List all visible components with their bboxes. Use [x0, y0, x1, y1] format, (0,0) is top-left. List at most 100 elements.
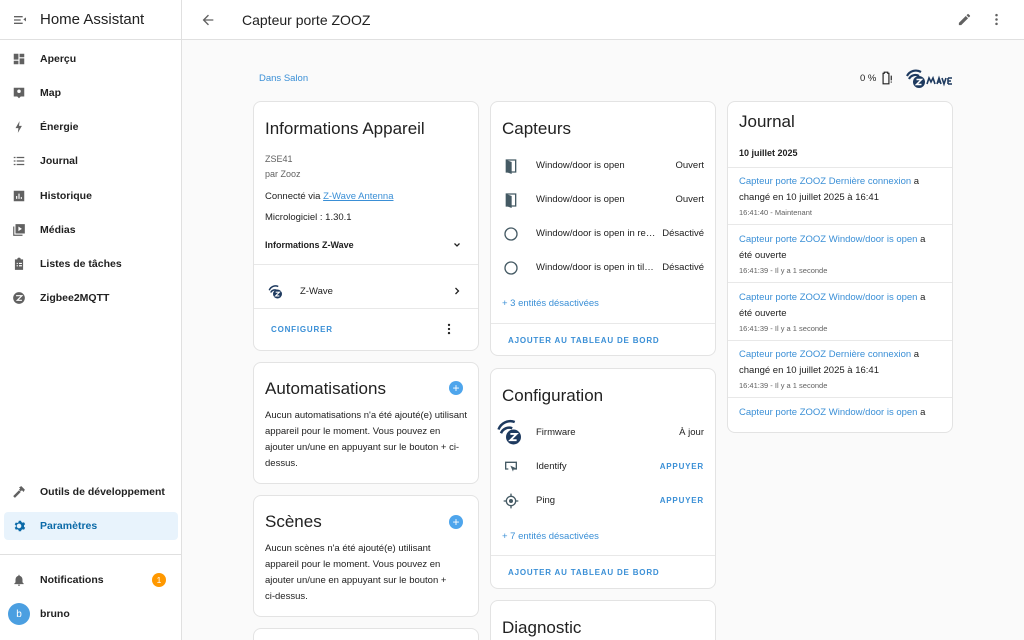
logbook-entry: Capteur porte ZOOZ Dernière connexion a c…	[728, 167, 952, 224]
logbook-date: 10 juillet 2025	[739, 148, 798, 158]
add-scene-button[interactable]: +	[449, 515, 463, 529]
chevron-down-icon[interactable]	[451, 239, 463, 251]
clipboard-icon	[14, 257, 24, 270]
divider	[254, 264, 478, 265]
logbook-entry: Capteur porte ZOOZ Dernière connexion a c…	[728, 340, 952, 397]
battery-alert-icon	[882, 71, 893, 85]
entity-link[interactable]: Capteur porte ZOOZ Window/door is open	[739, 407, 917, 418]
hammer-icon	[13, 486, 25, 498]
divider	[491, 323, 715, 324]
card-title: Diagnostic	[502, 618, 582, 637]
configuration-card: Configuration Firmware À jour Identify A…	[490, 368, 716, 589]
map-icon	[13, 87, 25, 99]
divider	[254, 308, 478, 309]
press-button[interactable]: APPUYER	[660, 496, 704, 505]
sidebar-item-energie[interactable]: Énergie	[4, 113, 178, 141]
sidebar-item-label: Map	[40, 87, 61, 99]
zwave-firmware-icon	[497, 419, 521, 445]
entity-name: Window/door is open in tilt mode	[536, 262, 656, 273]
zwave-info-toggle-label[interactable]: Informations Z-Wave	[265, 240, 354, 250]
entity-row[interactable]: Window/door is open in tilt mode Désacti…	[491, 250, 715, 284]
sidebar-item-label: Journal	[40, 155, 78, 167]
message-text: changé en 10 juillet 2025 à 16:41	[739, 191, 879, 203]
device-model: ZSE41	[265, 154, 293, 164]
entity-link[interactable]: Capteur porte ZOOZ Dernière connexion	[739, 176, 911, 187]
connected-via: Connecté via Z-Wave Antenna	[265, 191, 394, 202]
entity-link[interactable]: Capteur porte ZOOZ Window/door is open	[739, 292, 917, 303]
back-arrow-icon[interactable]	[200, 12, 216, 28]
logbook-message: Capteur porte ZOOZ Dernière connexion a c…	[739, 174, 943, 205]
card-title: Automatisations	[265, 379, 386, 398]
device-manufacturer: par Zooz	[265, 169, 301, 179]
message-text: été ouverte	[739, 249, 787, 261]
gear-icon	[14, 520, 26, 532]
sidebar-item-zigbee2mqtt[interactable]: Zigbee2MQTT	[4, 284, 178, 312]
entity-row[interactable]: Window/door is open in regular mode Désa…	[491, 216, 715, 250]
sidebar-item-journal[interactable]: Journal	[4, 147, 178, 175]
menu-open-icon[interactable]	[12, 12, 28, 28]
more-vert-icon[interactable]	[442, 321, 456, 337]
device-info-card: Informations Appareil ZSE41 par Zooz Con…	[253, 101, 479, 351]
entity-state: Désactivé	[662, 228, 704, 239]
circle-outline-icon	[504, 261, 518, 275]
zwave-icon	[268, 285, 282, 299]
entity-row[interactable]: Window/door is open Ouvert	[491, 148, 715, 182]
avatar: b	[8, 603, 30, 625]
diagnostic-card: Diagnostic	[490, 600, 716, 640]
entity-name: Window/door is open	[536, 160, 625, 171]
integration-label: Z-Wave	[300, 286, 333, 297]
add-to-dashboard-button[interactable]: AJOUTER AU TABLEAU DE BORD	[508, 568, 659, 577]
sidebar-item-label: Notifications	[40, 574, 104, 586]
sidebar-item-label: Historique	[40, 190, 92, 202]
more-vert-icon[interactable]	[989, 12, 1004, 27]
scenes-card: Scènes + Aucun scènes n'a été ajouté(e) …	[253, 495, 479, 617]
entity-row[interactable]: Window/door is open Ouvert	[491, 182, 715, 216]
sidebar-item-map[interactable]: Map	[4, 79, 178, 107]
zwave-logo-icon	[906, 69, 952, 88]
logbook-time: 16:41:40 - Maintenant	[739, 208, 812, 217]
configure-button[interactable]: CONFIGURER	[271, 325, 333, 334]
disabled-entities-link[interactable]: + 7 entités désactivées	[502, 531, 599, 542]
firmware-version: Micrologiciel : 1.30.1	[265, 212, 352, 223]
zigbee-icon	[13, 292, 25, 304]
sidebar-divider	[0, 554, 181, 555]
logbook-time: 16:41:39 - Il y a 1 seconde	[739, 381, 828, 390]
sidebar-item-notifications[interactable]: Notifications 1	[4, 566, 178, 594]
entity-link[interactable]: Capteur porte ZOOZ Window/door is open	[739, 234, 917, 245]
sidebar-item-label: Outils de développement	[40, 486, 165, 498]
chevron-right-icon	[455, 287, 460, 295]
zwave-integration-row[interactable]: Z-Wave	[254, 277, 478, 307]
sidebar-item-dev-tools[interactable]: Outils de développement	[4, 478, 178, 506]
sidebar-item-historique[interactable]: Historique	[4, 182, 178, 210]
sidebar-item-medias[interactable]: Médias	[4, 216, 178, 244]
zwave-antenna-link[interactable]: Z-Wave Antenna	[323, 191, 393, 202]
sidebar-item-label: Aperçu	[40, 53, 77, 65]
logbook-card: Journal 10 juillet 2025 Capteur porte ZO…	[727, 101, 953, 433]
pencil-icon[interactable]	[957, 12, 972, 27]
add-automation-button[interactable]: +	[449, 381, 463, 395]
battery-level: 0 %	[860, 72, 877, 84]
logbook-message: Capteur porte ZOOZ Window/door is open a…	[739, 290, 943, 321]
disabled-entities-link[interactable]: + 3 entités désactivées	[502, 298, 599, 309]
message-text: a	[917, 292, 926, 303]
entity-row[interactable]: Firmware À jour	[491, 415, 715, 449]
sidebar-item-listes[interactable]: Listes de tâches	[4, 250, 178, 278]
logbook-message: Capteur porte ZOOZ Dernière connexion a c…	[739, 347, 943, 378]
entity-name: Ping	[536, 495, 556, 506]
sidebar-item-user[interactable]: b bruno	[4, 600, 178, 628]
card-title: Journal	[739, 112, 795, 131]
press-button[interactable]: APPUYER	[660, 462, 704, 471]
logbook-message: Capteur porte ZOOZ Window/door is open a…	[739, 232, 943, 263]
card-title: Configuration	[502, 386, 604, 405]
sidebar-item-apercu[interactable]: Aperçu	[4, 45, 178, 73]
top-bar: Capteur porte ZOOZ	[182, 0, 1024, 40]
sidebar-item-parametres[interactable]: Paramètres	[4, 512, 178, 540]
user-name: bruno	[40, 608, 70, 620]
entity-state: Ouvert	[675, 160, 704, 171]
message-text: été ouverte	[739, 307, 787, 319]
area-link[interactable]: Dans Salon	[259, 73, 308, 84]
door-open-icon	[505, 159, 517, 174]
add-to-dashboard-button[interactable]: AJOUTER AU TABLEAU DE BORD	[508, 336, 659, 345]
entity-link[interactable]: Capteur porte ZOOZ Dernière connexion	[739, 349, 911, 360]
connected-via-label: Connecté via	[265, 191, 324, 202]
